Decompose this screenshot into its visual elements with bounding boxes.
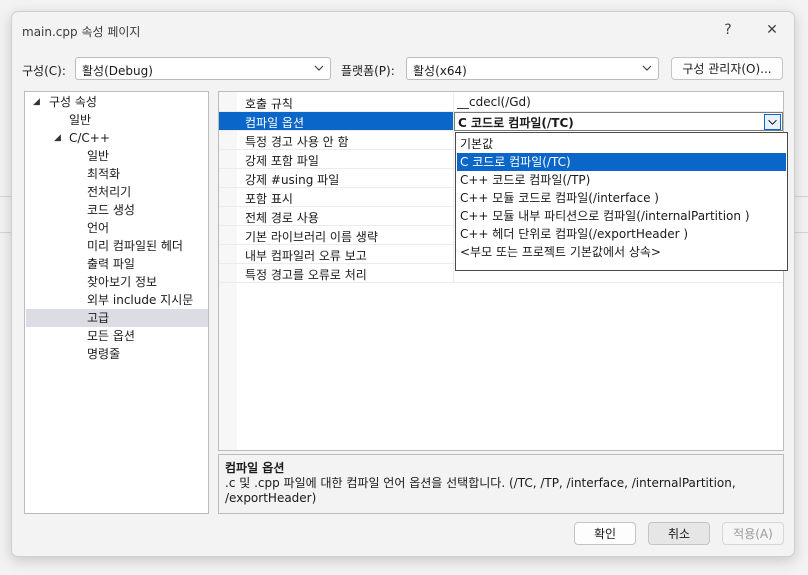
dropdown-option[interactable]: C++ 헤더 단위로 컴파일(/exportHeader )	[457, 225, 786, 243]
property-name: 호출 규칙	[245, 97, 293, 111]
property-name: 전체 경로 사용	[245, 211, 319, 225]
config-value: 활성(Debug)	[82, 64, 153, 78]
config-manager-button[interactable]: 구성 관리자(O)...	[671, 57, 783, 80]
dropdown-option[interactable]: 기본값	[457, 135, 786, 153]
property-name: 강제 포함 파일	[245, 154, 319, 168]
dropdown-button[interactable]	[764, 114, 781, 130]
platform-label: 플랫폼(P):	[341, 64, 395, 78]
ok-button[interactable]: 확인	[574, 522, 636, 545]
property-row[interactable]: 호출 규칙 __cdecl(/Gd)	[219, 93, 783, 112]
platform-combo[interactable]: 활성(x64)	[406, 57, 659, 80]
tree-item-precompiled-headers[interactable]: 미리 컴파일된 헤더	[87, 237, 183, 255]
property-name: 특정 경고를 오류로 처리	[245, 268, 367, 282]
expand-arrow-icon[interactable]: ◢	[33, 97, 40, 107]
property-name: 내부 컴파일러 오류 보고	[245, 249, 367, 263]
property-name: 특정 경고 사용 안 함	[245, 135, 349, 149]
tree-item-optimization[interactable]: 최적화	[87, 165, 120, 183]
tree-item-advanced[interactable]: 고급	[87, 309, 109, 327]
chevron-down-icon	[768, 119, 777, 125]
compile-as-dropdown-list: 기본값 C 코드로 컴파일(/TC) C++ 코드로 컴파일(/TP) C++ …	[455, 132, 788, 271]
property-value: C 코드로 컴파일(/TC)	[458, 116, 574, 130]
property-value-editor[interactable]: C 코드로 컴파일(/TC)	[454, 112, 783, 131]
cancel-button[interactable]: 취소	[648, 522, 710, 545]
chevron-down-icon	[642, 65, 652, 71]
tree-selection-highlight	[26, 309, 208, 327]
description-panel: 컴파일 옵션 .c 및 .cpp 파일에 대한 컴파일 언어 옵션을 선택합니다…	[218, 454, 784, 514]
dropdown-option[interactable]: C++ 모듈 코드로 컴파일(/interface )	[457, 189, 786, 207]
platform-value: 활성(x64)	[413, 64, 467, 78]
help-button[interactable]: ?	[713, 18, 743, 42]
category-tree: ◢ 구성 속성 일반 ◢ C/C++ 일반 최적화 전처리기 코드 생성 언어 …	[24, 91, 209, 514]
tree-item-general[interactable]: 일반	[69, 111, 91, 129]
apply-button[interactable]: 적용(A)	[722, 522, 784, 545]
dropdown-option[interactable]: <부모 또는 프로젝트 기본값에서 상속>	[457, 243, 786, 261]
tree-item-external-includes[interactable]: 외부 include 지시문	[87, 291, 193, 309]
property-name: 강제 #using 파일	[245, 173, 340, 187]
tree-item-all-options[interactable]: 모든 옵션	[87, 327, 135, 345]
dropdown-option[interactable]: C++ 모듈 내부 파티션으로 컴파일(/internalPartition )	[457, 207, 786, 225]
tree-item-cpp-general[interactable]: 일반	[87, 147, 109, 165]
property-name: 포함 표시	[245, 192, 293, 206]
tree-item-command-line[interactable]: 명령줄	[87, 345, 120, 363]
config-label: 구성(C):	[22, 64, 66, 78]
expand-arrow-icon[interactable]: ◢	[54, 133, 61, 143]
close-button[interactable]: ✕	[757, 18, 787, 42]
column-separator[interactable]	[453, 92, 454, 283]
tree-item-code-generation[interactable]: 코드 생성	[87, 201, 135, 219]
tree-item-output-files[interactable]: 출력 파일	[87, 255, 135, 273]
tree-item-cpp[interactable]: C/C++	[69, 129, 110, 147]
property-row-selected[interactable]: 컴파일 옵션 C 코드로 컴파일(/TC)	[219, 112, 783, 131]
property-pages-dialog: main.cpp 속성 페이지 ? ✕ 구성(C): 활성(Debug) 플랫폼…	[11, 11, 795, 557]
dropdown-option-selected[interactable]: C 코드로 컴파일(/TC)	[457, 153, 786, 171]
title-bar: main.cpp 속성 페이지 ? ✕	[12, 12, 794, 48]
tree-item-language[interactable]: 언어	[87, 219, 109, 237]
config-combo[interactable]: 활성(Debug)	[75, 57, 331, 80]
property-name: 기본 라이브러리 이름 생략	[245, 230, 378, 244]
tree-item-browse-information[interactable]: 찾아보기 정보	[87, 273, 157, 291]
property-name: 컴파일 옵션	[245, 116, 305, 130]
window-title: main.cpp 속성 페이지	[22, 25, 141, 39]
dropdown-option[interactable]: C++ 코드로 컴파일(/TP)	[457, 171, 786, 189]
tree-item-preprocessor[interactable]: 전처리기	[87, 183, 131, 201]
description-title: 컴파일 옵션	[225, 461, 285, 475]
description-text: .c 및 .cpp 파일에 대한 컴파일 언어 옵션을 선택합니다. (/TC,…	[225, 476, 736, 505]
tree-item-config-properties[interactable]: 구성 속성	[49, 93, 97, 111]
property-value: __cdecl(/Gd)	[457, 95, 531, 109]
chevron-down-icon	[314, 65, 324, 71]
